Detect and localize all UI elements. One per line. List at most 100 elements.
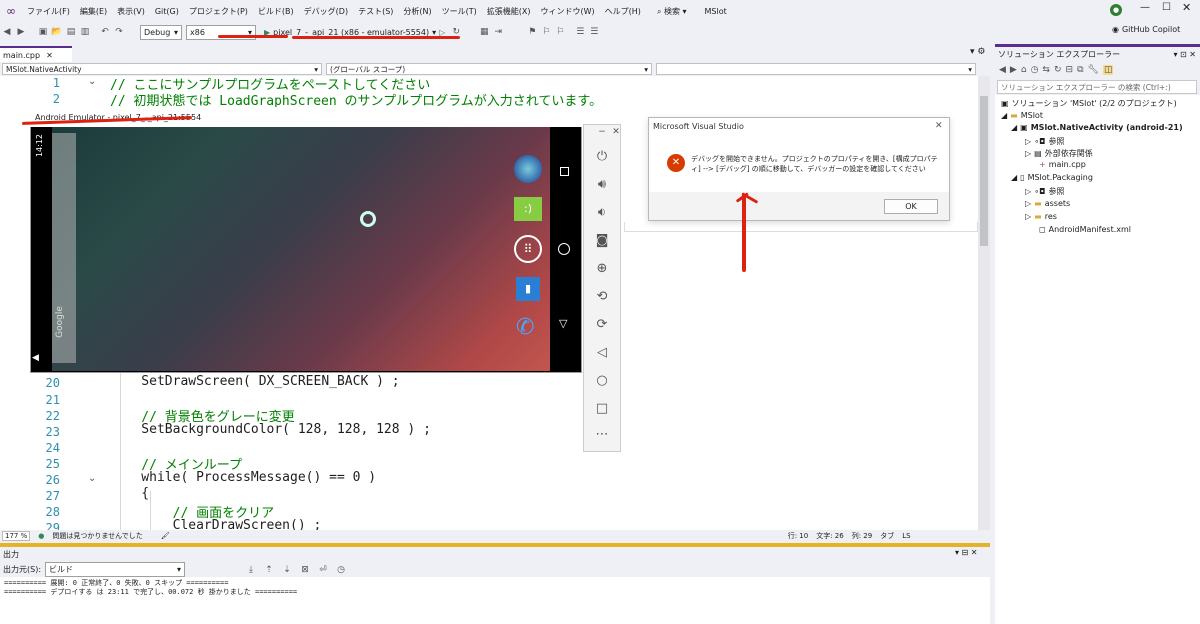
forward-icon[interactable]: ▶	[1010, 65, 1017, 75]
menu-view[interactable]: 表示(V)	[112, 6, 150, 17]
menu-file[interactable]: ファイル(F)	[22, 6, 75, 17]
fold-icon[interactable]: ⌄	[88, 76, 96, 87]
next-message-icon[interactable]: ⇣	[280, 562, 294, 578]
copilot-button[interactable]: ◉ GitHub Copilot	[1112, 25, 1180, 34]
app-drawer-icon[interactable]: ⠿	[514, 235, 542, 263]
sync-icon[interactable]: ◷	[1031, 65, 1039, 75]
brush-icon[interactable]: 🖌︎	[161, 532, 170, 540]
menu-build[interactable]: ビルド(B)	[253, 6, 299, 17]
clear-all-icon[interactable]: ⊠	[298, 562, 312, 578]
tree-item-manifest[interactable]: ◻ AndroidManifest.xml	[1039, 225, 1131, 234]
close-tab-icon[interactable]: ✕	[46, 51, 53, 60]
contacts-app-icon[interactable]: ▮	[516, 277, 540, 301]
prev-message-icon[interactable]: ⇡	[262, 562, 276, 578]
tab-main-cpp[interactable]: main.cpp ✕	[0, 46, 72, 62]
search-menu[interactable]: ⌕ 検索 ▾	[652, 6, 692, 17]
messaging-app-icon[interactable]: :)	[514, 197, 542, 221]
tree-item-folder[interactable]: ◢ ▬ MSlot	[1001, 111, 1043, 120]
menu-edit[interactable]: 編集(E)	[75, 6, 112, 17]
menu-tools[interactable]: ツール(T)	[437, 6, 482, 17]
phone-app-icon[interactable]: ✆	[516, 315, 534, 340]
tree-item-solution[interactable]: ▣ ソリューション 'MSlot' (2/2 のプロジェクト)	[1001, 98, 1177, 109]
back-nav-icon[interactable]: ◁	[584, 345, 620, 360]
undo-icon[interactable]: ↶	[98, 24, 112, 40]
find-icon[interactable]: ⤓	[244, 562, 258, 578]
emulator-title-bar[interactable]: Android Emulator - pixel_7_-_api_21:5554	[30, 107, 582, 127]
tree-item-external-deps[interactable]: ▷ ▤ 外部依存関係	[1025, 148, 1093, 159]
home-icon[interactable]	[558, 243, 570, 255]
tree-item-assets[interactable]: ▷ ▬ assets	[1025, 199, 1070, 208]
back-icon[interactable]: ◀	[999, 65, 1006, 75]
overview-nav-icon[interactable]: □	[584, 401, 620, 416]
issues-text[interactable]: 問題は見つかりませんでした	[52, 531, 142, 541]
ok-button[interactable]: OK	[884, 199, 938, 214]
redo-icon[interactable]: ↷	[112, 24, 126, 40]
config-select[interactable]: Debug ▾	[140, 24, 182, 40]
editor-scrollbar[interactable]	[978, 76, 990, 530]
dialog-close-icon[interactable]: ✕	[935, 121, 943, 131]
close-icon[interactable]: ✕	[598, 127, 634, 137]
zoom-icon[interactable]: ⊕	[584, 261, 620, 276]
clock-icon[interactable]: ◷	[334, 562, 348, 578]
close-window-icon[interactable]: ✕	[1182, 1, 1191, 14]
bookmark-prev-icon[interactable]: ⚐	[539, 24, 553, 40]
save-icon[interactable]: ▤	[64, 24, 78, 40]
tree-item-references[interactable]: ▷ ∘◘ 参照	[1025, 136, 1065, 147]
menu-help[interactable]: ヘルプ(H)	[600, 6, 646, 17]
home-nav-icon[interactable]: ○	[584, 373, 620, 388]
browser-app-icon[interactable]	[514, 155, 542, 183]
save-all-icon[interactable]: ▥	[78, 24, 92, 40]
menu-analyze[interactable]: 分析(N)	[398, 6, 436, 17]
back-icon[interactable]: ◀	[0, 24, 14, 40]
menu-git[interactable]: Git(G)	[150, 7, 184, 16]
tree-item-references[interactable]: ▷ ∘◘ 参照	[1025, 186, 1065, 197]
tree-item-packaging[interactable]: ◢ ▯ MSlot.Packaging	[1011, 173, 1093, 182]
menu-window[interactable]: ウィンドウ(W)	[536, 6, 600, 17]
rotate-right-icon[interactable]: ⟳	[584, 317, 620, 332]
output-source-select[interactable]: ビルド ▾	[45, 562, 186, 577]
tree-item-main-cpp[interactable]: + main.cpp	[1039, 160, 1086, 169]
menu-project[interactable]: プロジェクト(P)	[184, 6, 253, 17]
forward-icon[interactable]: ▶	[14, 24, 28, 40]
power-icon[interactable]: ⏻	[584, 149, 620, 164]
emulator-screen[interactable]: 14:12 Google ◀ :) ⠿ ▮ ✆ ▽	[32, 127, 578, 371]
tree-item-res[interactable]: ▷ ▬ res	[1025, 212, 1057, 221]
bookmark-icon[interactable]: ⚑	[525, 24, 539, 40]
properties-icon[interactable]: 🔧︎	[1088, 65, 1099, 75]
maximize-icon[interactable]: ☐	[1162, 2, 1171, 13]
layout-icon[interactable]: ▦	[477, 24, 491, 40]
profile-icon[interactable]: ●	[1110, 4, 1122, 16]
step-icon[interactable]: ⇥	[491, 24, 505, 40]
comment-icon[interactable]: ☰	[573, 24, 587, 40]
show-all-files-icon[interactable]: ⧉	[1077, 65, 1083, 75]
fold-icon[interactable]: ⌄	[88, 473, 96, 484]
output-panel-controls[interactable]: ▾ ⊟ ✕	[955, 548, 978, 557]
open-icon[interactable]: 📂	[50, 24, 64, 40]
back-triangle-icon[interactable]: ◀	[32, 353, 39, 363]
tab-options-icon[interactable]: ▾ ⚙	[970, 47, 985, 57]
tree-item-project[interactable]: ◢ ▣ MSlot.NativeActivity (android-21)	[1011, 123, 1183, 132]
menu-test[interactable]: テスト(S)	[353, 6, 398, 17]
volume-down-icon[interactable]: 🔉︎	[584, 205, 620, 220]
panel-controls-icon[interactable]: ▾ ⊡ ✕	[1173, 50, 1196, 59]
home-icon[interactable]: ⌂	[1021, 65, 1027, 75]
volume-up-icon[interactable]: 🔊︎	[584, 177, 620, 192]
rotate-left-icon[interactable]: ⟲	[584, 289, 620, 304]
preview-icon[interactable]: ◫	[1102, 65, 1114, 75]
pending-changes-icon[interactable]: ⇆	[1042, 65, 1050, 75]
minimize-icon[interactable]: —	[1140, 2, 1150, 13]
new-project-icon[interactable]: ▣	[36, 24, 50, 40]
word-wrap-icon[interactable]: ⏎	[316, 562, 330, 578]
uncomment-icon[interactable]: ☰	[587, 24, 601, 40]
zoom-level[interactable]: 177 %	[2, 531, 31, 541]
bookmark-next-icon[interactable]: ⚐	[553, 24, 567, 40]
menu-debug[interactable]: デバッグ(D)	[299, 6, 353, 17]
camera-icon[interactable]: ◙	[584, 233, 620, 248]
collapse-all-icon[interactable]: ⊟	[1066, 65, 1074, 75]
recent-apps-icon[interactable]	[560, 167, 569, 176]
more-icon[interactable]: ⋯	[584, 427, 620, 442]
menu-extensions[interactable]: 拡張機能(X)	[482, 6, 536, 17]
back-icon[interactable]: ▽	[559, 317, 567, 330]
member-select[interactable]: ▾	[656, 63, 976, 75]
output-text[interactable]: ========== 展開: 0 正常終了、0 失敗、0 スキップ ======…	[0, 577, 990, 624]
